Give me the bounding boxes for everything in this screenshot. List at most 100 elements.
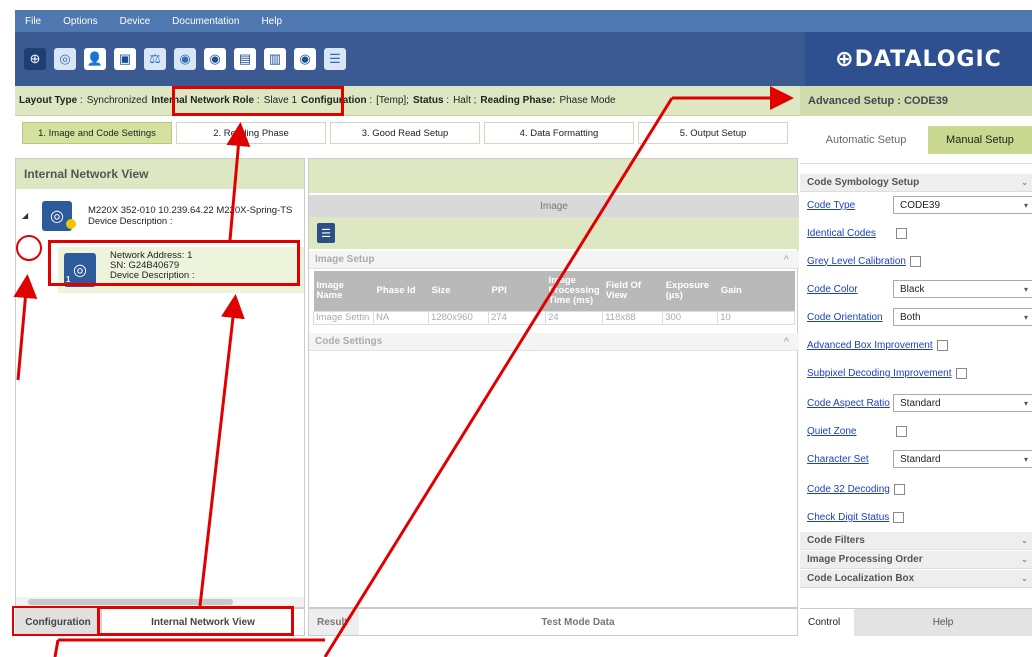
- collapse-icon[interactable]: ^: [784, 254, 789, 264]
- balance-icon[interactable]: ⚖: [144, 48, 166, 70]
- signal-tree-icon[interactable]: ☰: [324, 48, 346, 70]
- menu-device[interactable]: Device: [120, 16, 151, 27]
- screen-export-icon[interactable]: ▤: [234, 48, 256, 70]
- col-field-of-view: Field Of View: [602, 271, 663, 311]
- cell-ppi: 274: [488, 310, 546, 325]
- grey-level-checkbox[interactable]: [909, 255, 921, 267]
- expand-toggle-icon[interactable]: ◢: [22, 211, 28, 220]
- step-good-read-setup[interactable]: 3. Good Read Setup: [330, 122, 480, 144]
- code-color-select[interactable]: Black ▾: [893, 280, 1032, 298]
- automatic-setup-tab[interactable]: Automatic Setup: [810, 126, 922, 154]
- step-data-formatting[interactable]: 4. Data Formatting: [484, 122, 634, 144]
- grey-level-label[interactable]: Grey Level Calibration: [807, 256, 906, 267]
- menu-help[interactable]: Help: [261, 16, 282, 27]
- code-settings-section[interactable]: Code Settings ^: [309, 333, 799, 351]
- code-orientation-label[interactable]: Code Orientation: [807, 312, 883, 323]
- code32-checkbox[interactable]: [893, 483, 905, 495]
- annotation-circle-expander: [16, 235, 42, 261]
- code-symbology-section[interactable]: Code Symbology Setup ⌄: [800, 174, 1032, 192]
- collapse-icon[interactable]: ^: [784, 336, 789, 346]
- col-processing-time: Image Processing Time (ms): [545, 271, 603, 311]
- scrollbar-thumb[interactable]: [28, 599, 233, 605]
- datalogic-logo: ⊕DATALOGIC: [835, 46, 1002, 72]
- step-image-code-settings[interactable]: 1. Image and Code Settings: [22, 122, 172, 144]
- localization-box-section[interactable]: Code Localization Box ⌄: [800, 570, 1032, 588]
- identical-codes-checkbox[interactable]: [896, 228, 907, 239]
- code-orientation-row: Code Orientation: [807, 308, 883, 326]
- manual-setup-tab[interactable]: Manual Setup: [928, 126, 1032, 154]
- character-set-value: Standard: [900, 453, 941, 465]
- advanced-box-label[interactable]: Advanced Box Improvement: [807, 340, 933, 351]
- aspect-ratio-value: Standard: [900, 397, 941, 409]
- device-load-icon[interactable]: ◉: [204, 48, 226, 70]
- character-set-row: Character Set: [807, 450, 869, 468]
- code-settings-label: Code Settings: [315, 336, 383, 347]
- cell-exposure: 300: [662, 310, 719, 325]
- character-set-select[interactable]: Standard ▾: [893, 450, 1032, 468]
- menu-options[interactable]: Options: [63, 16, 97, 27]
- chevron-down-icon: ▾: [1023, 312, 1028, 322]
- window-icon[interactable]: ▣: [114, 48, 136, 70]
- status-bar: Layout Type : Synchronized Internal Netw…: [15, 86, 800, 116]
- cell-image-name: Image Settin: [313, 310, 374, 325]
- plus-circle-icon[interactable]: ⊕: [24, 48, 46, 70]
- image-bar[interactable]: Image: [309, 195, 799, 217]
- check-digit-label[interactable]: Check Digit Status: [807, 512, 889, 523]
- image-setup-section[interactable]: Image Setup ^: [309, 251, 799, 269]
- chevron-down-icon: ▾: [1023, 284, 1028, 294]
- chevron-down-icon: ⌄: [1021, 574, 1028, 583]
- menu-file[interactable]: File: [25, 16, 41, 27]
- col-size: Size: [428, 271, 489, 311]
- device-save-icon[interactable]: ◉: [174, 48, 196, 70]
- processing-order-label: Image Processing Order: [807, 554, 923, 565]
- chevron-down-icon: ▾: [1023, 398, 1028, 408]
- aspect-ratio-label[interactable]: Code Aspect Ratio: [807, 398, 890, 409]
- table-row[interactable]: Image Settin NA 1280x960 274 24 118x88 3…: [313, 310, 795, 325]
- tab-control[interactable]: Control: [800, 609, 854, 636]
- code32-label[interactable]: Code 32 Decoding: [807, 484, 890, 495]
- tab-help[interactable]: Help: [854, 609, 1032, 636]
- character-set-label[interactable]: Character Set: [807, 454, 869, 465]
- check-digit-checkbox[interactable]: [893, 511, 905, 523]
- chevron-down-icon: ⌄: [1021, 178, 1028, 187]
- code-filters-label: Code Filters: [807, 535, 865, 546]
- subpixel-label[interactable]: Subpixel Decoding Improvement: [807, 368, 952, 379]
- processing-order-section[interactable]: Image Processing Order ⌄: [800, 551, 1032, 569]
- code-type-select[interactable]: CODE39 ▾: [893, 196, 1032, 214]
- grey-level-row: Grey Level Calibration: [807, 252, 921, 270]
- toolbar: ⊕ ◎ 👤 ▣ ⚖ ◉ ◉ ▤ ▥ ◉ ☰ ⊕DATALOGIC: [15, 32, 1032, 86]
- code-filters-section[interactable]: Code Filters ⌄: [800, 532, 1032, 550]
- user-icon[interactable]: 👤: [84, 48, 106, 70]
- screen-import-icon[interactable]: ▥: [264, 48, 286, 70]
- device-monitor-icon[interactable]: ◉: [294, 48, 316, 70]
- step-reading-phase[interactable]: 2. Reading Phase: [176, 122, 326, 144]
- aspect-ratio-select[interactable]: Standard ▾: [893, 394, 1032, 412]
- scanner-settings-icon[interactable]: ◎: [54, 48, 76, 70]
- cell-processing-time: 24: [544, 310, 604, 325]
- menu-documentation[interactable]: Documentation: [172, 16, 239, 27]
- annotation-line-bottom-left: [53, 639, 60, 657]
- code-type-value: CODE39: [900, 199, 941, 211]
- image-setup-label: Image Setup: [315, 254, 375, 265]
- identical-codes-label[interactable]: Identical Codes: [807, 228, 876, 239]
- tab-results[interactable]: Result: [309, 609, 359, 635]
- image-toolbar: ☰: [309, 217, 799, 249]
- quiet-zone-label[interactable]: Quiet Zone: [807, 426, 856, 437]
- cell-gain: 10: [717, 310, 795, 325]
- quiet-zone-row: Quiet Zone: [807, 422, 856, 440]
- advanced-box-checkbox[interactable]: [936, 339, 948, 351]
- internal-network-panel: Internal Network View ◢ ◎ M220X 352-010 …: [15, 158, 305, 608]
- code-type-label[interactable]: Code Type: [807, 200, 855, 211]
- master-device-row[interactable]: ◢ ◎ M220X 352-010 10.239.64.22 M220X-Spr…: [16, 197, 306, 237]
- code-color-label[interactable]: Code Color: [807, 284, 858, 295]
- col-exposure: Exposure (µs): [662, 271, 718, 311]
- cell-phase-id: NA: [373, 310, 429, 325]
- step-output-setup[interactable]: 5. Output Setup: [638, 122, 788, 144]
- subpixel-checkbox[interactable]: [955, 367, 967, 379]
- quiet-zone-checkbox[interactable]: [896, 426, 907, 437]
- advanced-setup-title: Advanced Setup : CODE39: [800, 86, 1032, 116]
- tab-test-mode-data[interactable]: Test Mode Data: [359, 609, 797, 635]
- clipboard-icon[interactable]: ☰: [317, 223, 335, 243]
- code32-row: Code 32 Decoding: [807, 480, 905, 498]
- code-orientation-select[interactable]: Both ▾: [893, 308, 1032, 326]
